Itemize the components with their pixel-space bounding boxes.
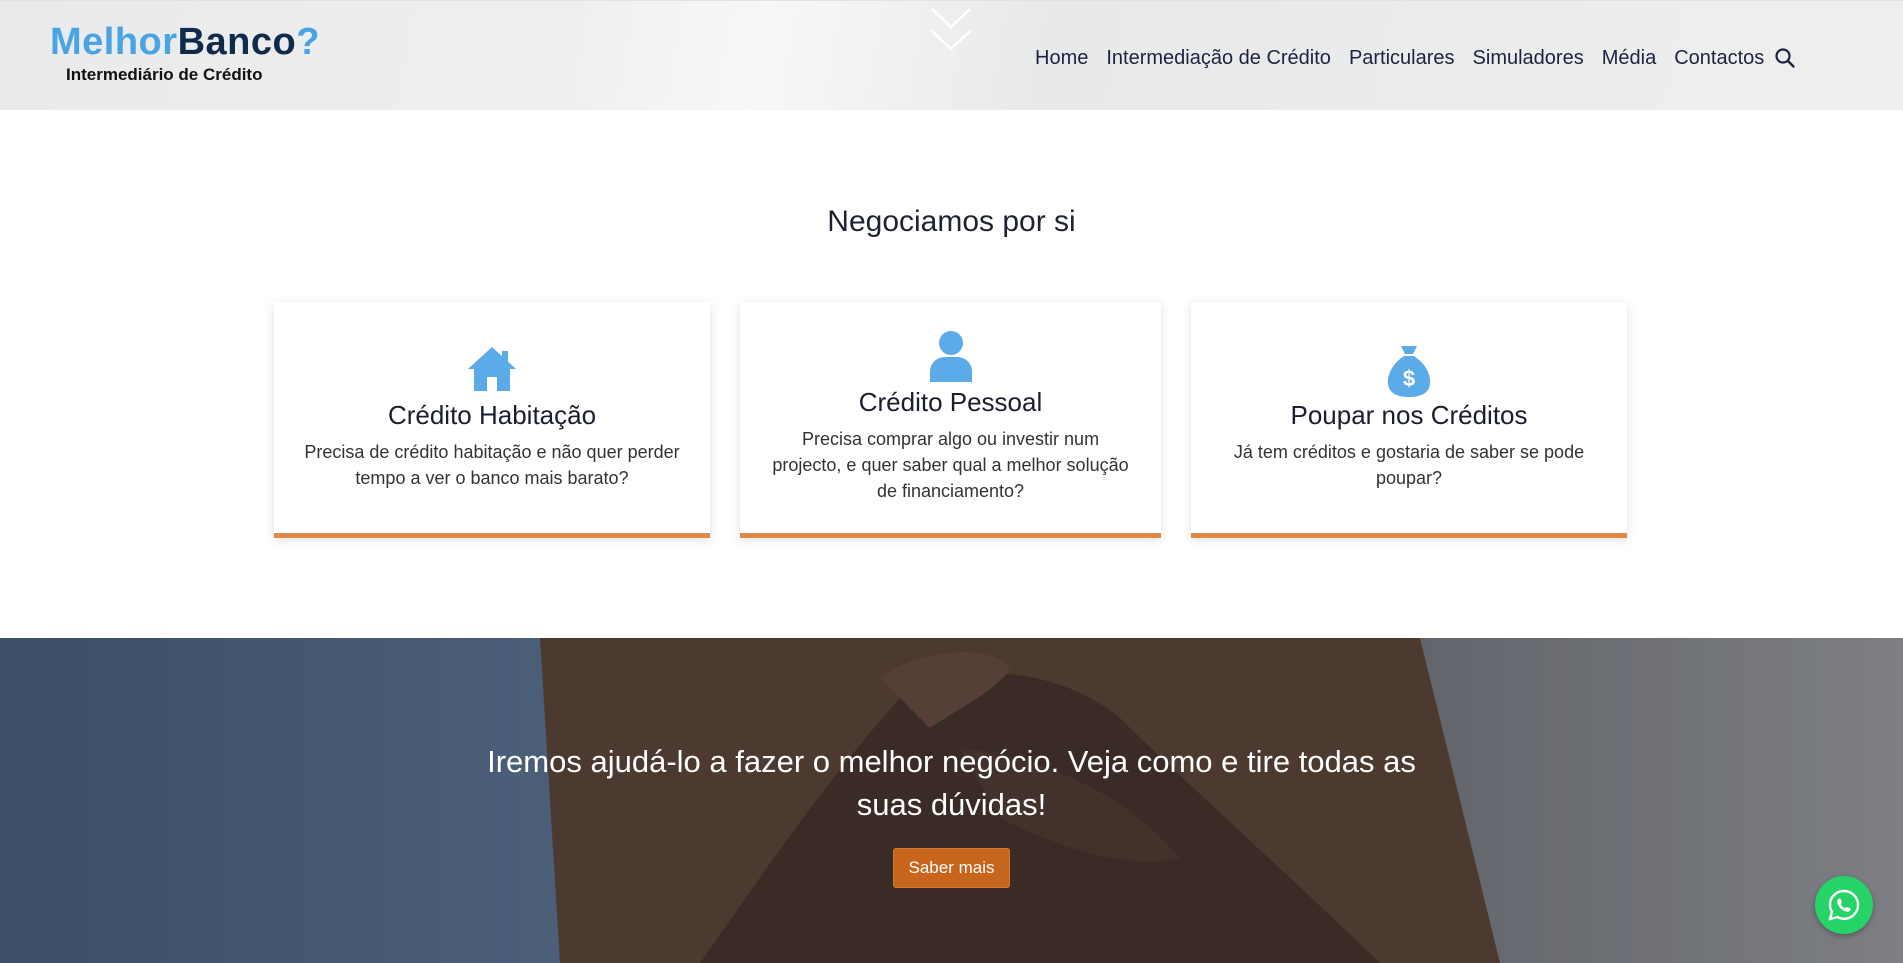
nav-contactos[interactable]: Contactos — [1674, 47, 1764, 70]
card-title: Crédito Pessoal — [858, 387, 1043, 417]
card-credito-pessoal[interactable]: Crédito Pessoal Precisa comprar algo ou … — [740, 302, 1161, 538]
money-bag-icon: $ — [1387, 346, 1431, 397]
card-title: Poupar nos Créditos — [1290, 400, 1528, 430]
person-icon — [929, 331, 972, 382]
hero-heading: Iremos ajudá-lo a fazer o melhor negócio… — [487, 744, 1416, 822]
search-icon[interactable] — [1774, 47, 1796, 69]
saber-mais-button[interactable]: Saber mais — [893, 848, 1010, 888]
nav-home[interactable]: Home — [1035, 47, 1088, 70]
nav-media[interactable]: Média — [1602, 47, 1656, 70]
card-description: Já tem créditos e gostaria de saber se p… — [1233, 442, 1585, 488]
logo-subtitle: Intermediário de Crédito — [66, 65, 263, 84]
hero-banner: Iremos ajudá-lo a fazer o melhor negócio… — [0, 638, 1903, 963]
logo-part-question: ? — [296, 21, 320, 63]
scroll-chevron-icon — [931, 8, 971, 51]
logo[interactable]: MelhorBanco? Intermediário de Crédito — [50, 21, 319, 91]
nav-particulares[interactable]: Particulares — [1349, 47, 1455, 70]
house-icon — [468, 347, 516, 391]
whatsapp-icon — [1828, 889, 1860, 921]
section-title: Negociamos por si — [827, 205, 1076, 238]
card-title: Crédito Habitação — [387, 400, 597, 430]
whatsapp-button[interactable] — [1815, 876, 1873, 934]
nav-simuladores[interactable]: Simuladores — [1473, 47, 1584, 70]
main-nav: Home Intermediação de Crédito Particular… — [1035, 43, 1796, 73]
card-description: Precisa comprar algo ou investir num pro… — [772, 429, 1129, 501]
site-header: MelhorBanco? Intermediário de Crédito Ho… — [0, 0, 1903, 110]
logo-part-banco: Banco — [177, 21, 297, 63]
nav-intermediacao-credito[interactable]: Intermediação de Crédito — [1106, 47, 1331, 70]
logo-wordmark: MelhorBanco? — [50, 21, 319, 63]
logo-part-melhor: Melhor — [50, 21, 178, 63]
card-description: Precisa de crédito habitação e não quer … — [304, 442, 680, 488]
card-credito-habitacao[interactable]: Crédito Habitação Precisa de crédito hab… — [274, 302, 710, 538]
card-poupar-creditos[interactable]: $ Poupar nos Créditos Já tem créditos e … — [1191, 302, 1627, 538]
svg-text:$: $ — [1403, 366, 1415, 391]
